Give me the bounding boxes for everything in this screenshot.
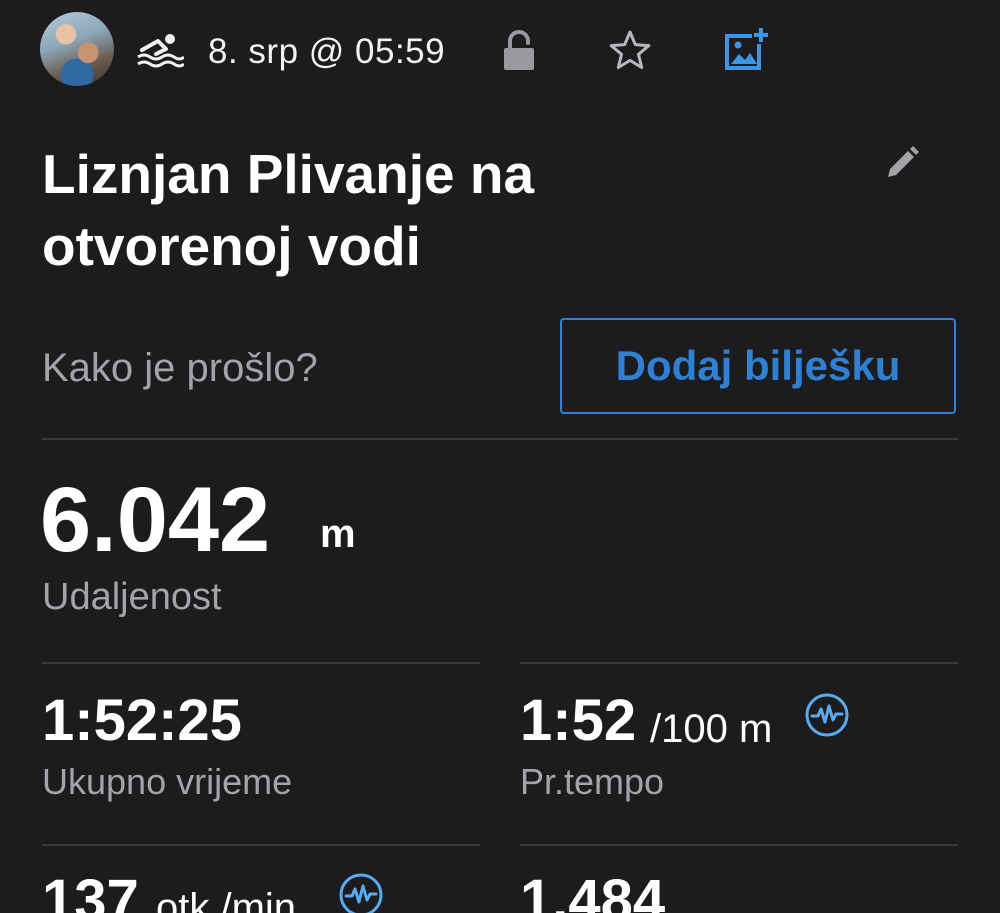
add-note-button[interactable]: Dodaj bilješku	[560, 318, 956, 414]
avg-pace-value: 1:52	[520, 688, 637, 753]
total-time-label: Ukupno vrijeme	[42, 761, 293, 802]
distance-value: 6.042	[40, 469, 271, 571]
activity-title: Liznjan Plivanje na otvorenoj vodi	[42, 138, 762, 282]
edit-icon[interactable]	[884, 145, 920, 181]
note-prompt: Kako je prošlo?	[42, 346, 318, 390]
add-photo-icon[interactable]	[724, 26, 770, 72]
activity-detail-screen: 8. srp @ 05:59 Liznjan Plivanje na otvor…	[0, 0, 1000, 913]
activity-header: 8. srp @ 05:59	[40, 12, 960, 88]
divider	[42, 844, 480, 846]
star-icon[interactable]	[608, 29, 652, 71]
avatar[interactable]	[40, 12, 114, 86]
strokes-value: 1.484	[520, 868, 666, 913]
avg-pace-label: Pr.tempo	[520, 761, 665, 802]
distance-unit: m	[320, 512, 356, 556]
heart-rate-icon[interactable]	[338, 872, 384, 913]
lock-open-icon[interactable]	[502, 30, 536, 72]
divider	[42, 438, 958, 440]
activity-title-line: Liznjan Plivanje na	[42, 143, 535, 205]
stroke-rate-value: 137	[42, 868, 139, 913]
divider	[520, 662, 958, 664]
avg-pace-unit: /100 m	[650, 707, 773, 751]
activity-date-time: 8. srp @ 05:59	[208, 32, 446, 71]
swim-icon	[137, 34, 184, 68]
activity-title-line: otvorenoj vodi	[42, 215, 421, 277]
heart-rate-icon[interactable]	[804, 692, 850, 738]
total-time-value: 1:52:25	[42, 688, 242, 753]
divider	[42, 662, 480, 664]
divider	[520, 844, 958, 846]
distance-label: Udaljenost	[42, 576, 222, 618]
stroke-rate-unit: otk./min	[156, 886, 297, 913]
